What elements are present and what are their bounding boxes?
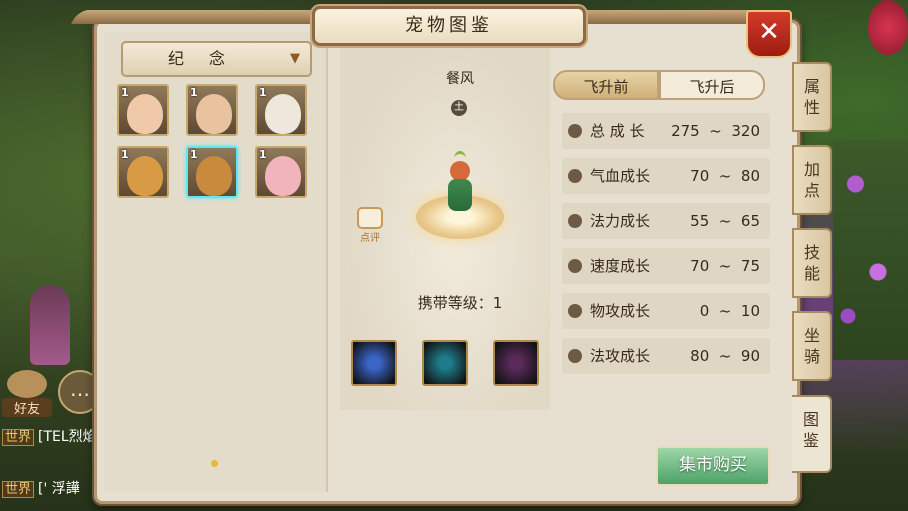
stat-row: 气血成长 70 ~ 80 xyxy=(562,158,770,194)
tab-after-ascension[interactable]: 飞升后 xyxy=(659,70,765,100)
stat-label: 总 成 长 xyxy=(590,122,645,140)
stat-label: 法攻成长 xyxy=(590,347,651,365)
stat-row: 速度成长 70 ~ 75 xyxy=(562,248,770,284)
earth-element-icon: 土 xyxy=(451,100,467,116)
chat-text: [' 浮譁 xyxy=(38,481,80,497)
pet-model[interactable] xyxy=(445,151,475,215)
pet-slot[interactable]: 1 xyxy=(117,146,169,198)
stat-label: 气血成长 xyxy=(590,167,651,185)
claw-slash-skill-icon[interactable] xyxy=(351,340,397,386)
pet-slot[interactable]: 1 xyxy=(255,146,307,198)
stat-value: 0 ~ 10 xyxy=(699,302,760,320)
stat-value: 275 ~ 320 xyxy=(671,122,760,140)
stat-row: 法力成长 55 ~ 65 xyxy=(562,203,770,239)
background-character xyxy=(30,285,70,365)
pet-level: 1 xyxy=(121,86,129,99)
pet-slot[interactable]: 1 xyxy=(186,84,238,136)
page-indicator-dot xyxy=(211,460,218,467)
pet-name: 餐风 xyxy=(446,71,474,87)
pet-level: 1 xyxy=(190,86,198,99)
hp-growth-icon xyxy=(568,169,582,183)
growth-tabs: 飞升前 飞升后 xyxy=(553,70,767,100)
side-tab[interactable]: 加 点 xyxy=(792,145,832,215)
market-buy-button[interactable]: 集市购买 xyxy=(656,446,770,486)
friends-button[interactable]: 好友 xyxy=(2,370,52,418)
pink-deer-icon xyxy=(265,156,301,196)
boy-portrait-icon xyxy=(196,94,232,134)
chat-channel: 世界 xyxy=(2,429,35,446)
stat-label: 法力成长 xyxy=(590,212,651,230)
stat-value: 80 ~ 90 xyxy=(690,347,760,365)
close-icon: ✕ xyxy=(758,17,780,47)
pet-slot[interactable]: 1 xyxy=(117,84,169,136)
stat-row: 总 成 长 275 ~ 320 xyxy=(562,113,770,149)
total-growth-icon xyxy=(568,124,582,138)
window-title: 宠物图鉴 xyxy=(312,6,586,46)
pet-level: 1 xyxy=(190,148,198,161)
carry-level: 携带等级：1 xyxy=(417,294,503,312)
side-tab[interactable]: 属 性 xyxy=(792,62,832,132)
pet-level: 1 xyxy=(259,86,267,99)
handshake-icon xyxy=(7,370,47,398)
stat-label: 速度成长 xyxy=(590,257,651,275)
chat-line[interactable]: 世界 [' 浮譁 xyxy=(2,478,80,498)
stat-value: 70 ~ 75 xyxy=(690,257,760,275)
background-flowers xyxy=(833,140,908,360)
physical-attack-icon xyxy=(568,304,582,318)
pet-slot[interactable]: 1 xyxy=(255,84,307,136)
stat-label: 物攻成长 xyxy=(590,302,651,320)
magic-attack-icon xyxy=(568,349,582,363)
chat-channel: 世界 xyxy=(2,481,35,498)
chat-text: [TEL烈焰 xyxy=(38,429,97,445)
side-tab[interactable]: 坐 骑 xyxy=(792,311,832,381)
comment-icon xyxy=(357,207,383,229)
chat-line[interactable]: 世界 [TEL烈焰 xyxy=(2,426,97,446)
pet-level: 1 xyxy=(121,148,129,161)
dropdown-value: 纪 念 xyxy=(167,49,236,68)
ring-orb-skill-icon[interactable] xyxy=(422,340,468,386)
mana-growth-icon xyxy=(568,214,582,228)
roof-left xyxy=(70,10,320,24)
pet-slot[interactable]: 1 xyxy=(186,146,238,198)
comment-button[interactable]: 点评 xyxy=(355,207,385,244)
background-flower xyxy=(868,0,908,55)
category-dropdown[interactable]: 纪 念 ▼ xyxy=(121,41,312,77)
comment-label: 点评 xyxy=(360,233,380,244)
friends-label: 好友 xyxy=(2,398,52,417)
tab-before-ascension[interactable]: 飞升前 xyxy=(553,70,659,100)
tabby-cat-icon xyxy=(127,156,163,196)
pet-level: 1 xyxy=(259,148,267,161)
stat-row: 物攻成长 0 ~ 10 xyxy=(562,293,770,329)
girl-portrait-icon xyxy=(127,94,163,134)
speed-growth-icon xyxy=(568,259,582,273)
stat-value: 70 ~ 80 xyxy=(690,167,760,185)
stat-value: 55 ~ 65 xyxy=(690,212,760,230)
side-tab[interactable]: 技 能 xyxy=(792,228,832,298)
squirrel-icon xyxy=(196,156,232,196)
close-button[interactable]: ✕ xyxy=(746,10,792,58)
siamese-cat-icon xyxy=(265,94,301,134)
side-tab[interactable]: 图 鉴 xyxy=(792,395,832,473)
spiked-ball-skill-icon[interactable] xyxy=(493,340,539,386)
triangle-down-icon: ▼ xyxy=(290,51,300,66)
stat-row: 法攻成长 80 ~ 90 xyxy=(562,338,770,374)
